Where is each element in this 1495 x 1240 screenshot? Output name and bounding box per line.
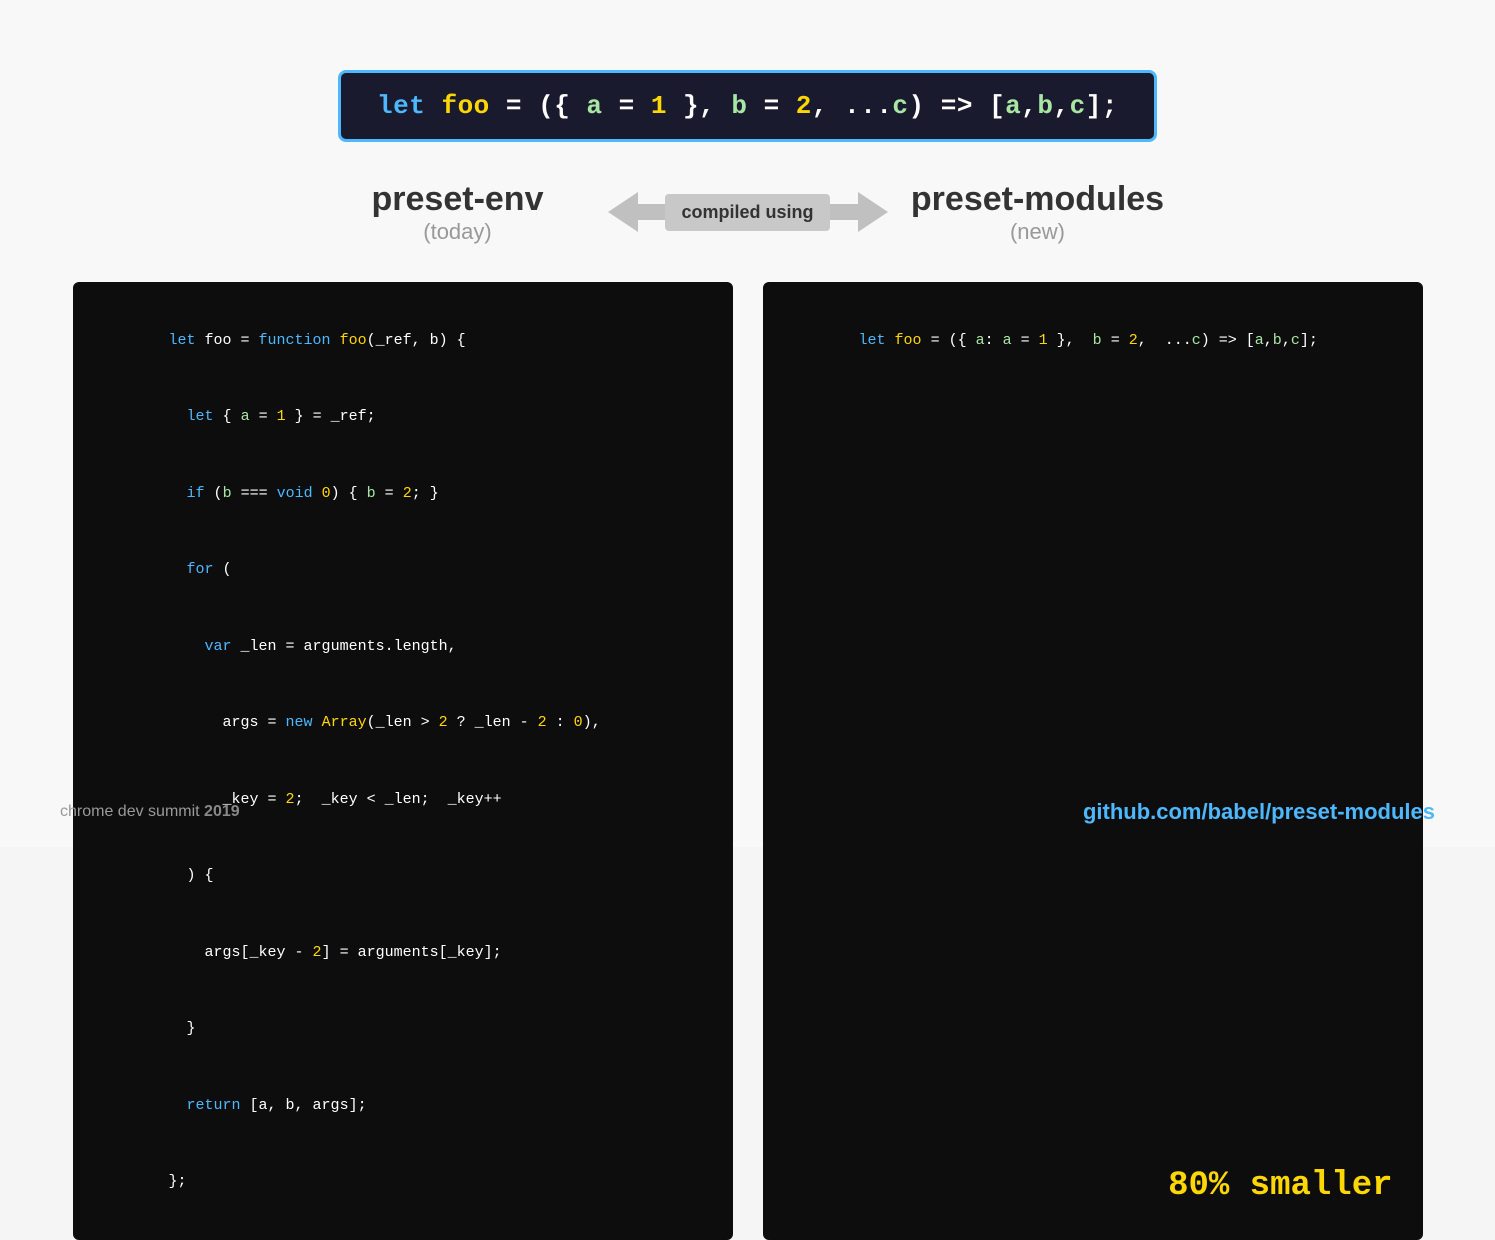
left-code-panel: let foo = function foo(_ref, b) { let { … xyxy=(73,282,733,1240)
code-line: ) { xyxy=(97,838,709,915)
code-line: var _len = arguments.length, xyxy=(97,608,709,685)
right-code-panel: let foo = ({ a: a = 1 }, b = 2, ...c) =>… xyxy=(763,282,1423,1240)
code-line: args[_key - 2] = arguments[_key]; xyxy=(97,914,709,991)
preset-modules-block: preset-modules (new) xyxy=(898,179,1178,246)
code-line: if (b === void 0) { b = 2; } xyxy=(97,455,709,532)
compiled-using-label: compiled using xyxy=(665,194,829,231)
code-line: return [a, b, args]; xyxy=(97,1067,709,1144)
preset-env-sub: (today) xyxy=(423,219,491,245)
brand-year: 2019 xyxy=(204,803,240,820)
preset-env-block: preset-env (today) xyxy=(318,179,598,246)
preset-modules-label: preset-modules xyxy=(911,179,1164,220)
slide: let foo = ({ a = 1 }, b = 2, ...c) => [a… xyxy=(0,0,1495,847)
brand-name: chrome dev summit xyxy=(60,803,200,820)
preset-env-label: preset-env xyxy=(372,179,544,220)
code-line: for ( xyxy=(97,532,709,609)
footer-brand: chrome dev summit 2019 xyxy=(60,803,240,821)
code-line: }; xyxy=(97,1144,709,1221)
arrow-container: compiled using xyxy=(598,172,898,252)
top-code-box: let foo = ({ a = 1 }, b = 2, ...c) => [a… xyxy=(338,70,1157,142)
code-line: let foo = function foo(_ref, b) { xyxy=(97,302,709,379)
middle-section: preset-env (today) compiled using preset… xyxy=(60,172,1435,252)
code-line: let { a = 1 } = _ref; xyxy=(97,379,709,456)
arrow-shape: compiled using xyxy=(608,182,888,242)
bottom-panels: let foo = function foo(_ref, b) { let { … xyxy=(60,282,1435,1240)
footer: chrome dev summit 2019 github.com/babel/… xyxy=(0,799,1495,825)
size-badge: 80% smaller xyxy=(1168,1158,1392,1216)
code-line: args = new Array(_len > 2 ? _len - 2 : 0… xyxy=(97,685,709,762)
code-line: let foo = ({ a: a = 1 }, b = 2, ...c) =>… xyxy=(787,302,1399,379)
preset-modules-sub: (new) xyxy=(1010,219,1065,245)
kw-let: let xyxy=(377,91,441,121)
footer-link: github.com/babel/preset-modules xyxy=(1083,799,1435,825)
code-line: } xyxy=(97,991,709,1068)
